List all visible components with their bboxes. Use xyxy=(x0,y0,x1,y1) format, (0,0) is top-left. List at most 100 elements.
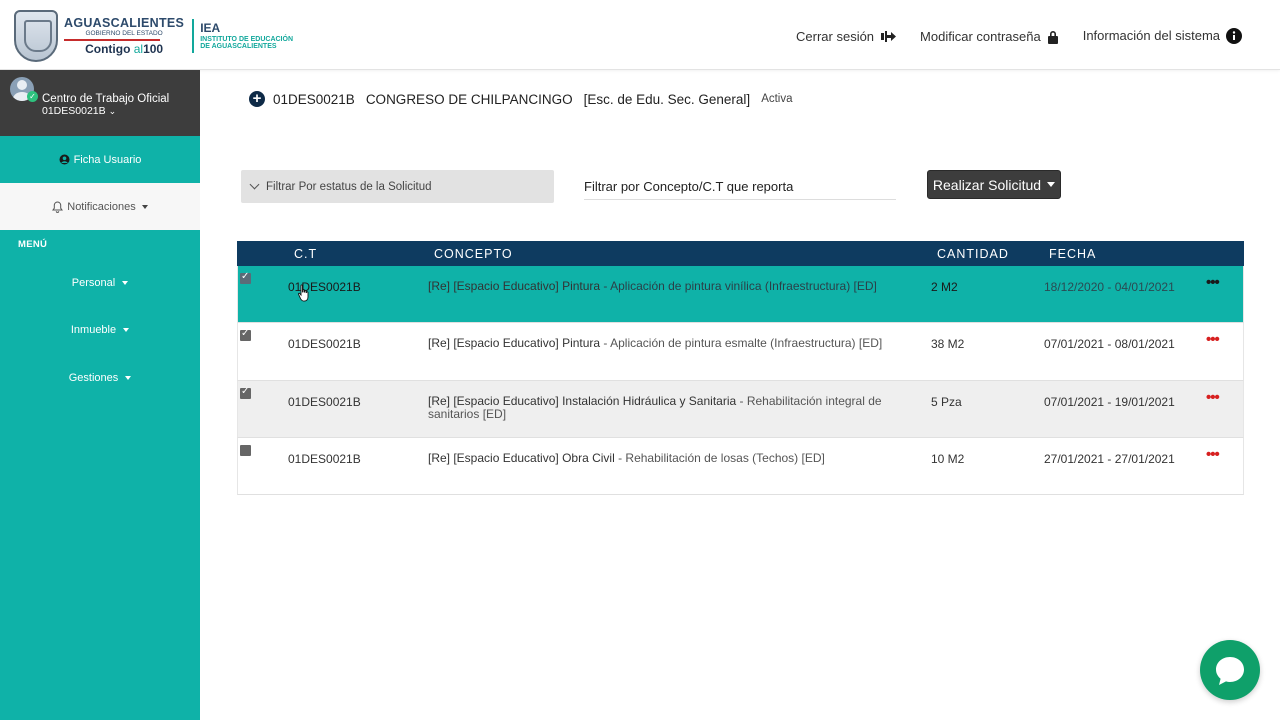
logout-icon xyxy=(881,31,897,42)
chevron-down-icon xyxy=(249,179,260,190)
info-icon xyxy=(1226,27,1242,44)
column-header-concept[interactable]: CONCEPTO xyxy=(434,247,513,261)
logo-state-name: AGUASCALIENTES xyxy=(64,16,185,30)
sidebar-item-inmueble[interactable]: Inmueble xyxy=(0,307,200,355)
requests-table: C.T CONCEPTO CANTIDAD FECHA 01DES0021B [… xyxy=(237,241,1244,496)
hand-cursor-icon xyxy=(298,284,309,302)
row-checkbox[interactable] xyxy=(240,271,251,284)
bell-icon xyxy=(52,200,64,213)
logo-slogan: Contigo al100 xyxy=(64,43,184,55)
table-row[interactable]: 01DES0021B [Re] [Espacio Educativo] Pint… xyxy=(237,266,1244,324)
chat-widget-button[interactable] xyxy=(1200,640,1260,700)
state-seal-icon xyxy=(14,10,58,62)
school-code: 01DES0021B xyxy=(273,91,355,107)
lock-icon xyxy=(1047,30,1058,44)
system-info-label: Información del sistema xyxy=(1082,28,1220,43)
plus-circle-icon[interactable]: + xyxy=(249,91,265,107)
row-ct: 01DES0021B xyxy=(288,451,361,466)
ficha-usuario-button[interactable]: Ficha Usuario xyxy=(0,136,200,183)
caret-down-icon xyxy=(141,204,148,209)
realizar-solicitud-button[interactable]: Realizar Solicitud xyxy=(927,170,1061,199)
notifications-button[interactable]: Notificaciones xyxy=(0,183,200,230)
iea-logo: IEA INSTITUTO DE EDUCACIÓN DE AGUASCALIE… xyxy=(200,22,293,50)
change-password-label: Modificar contraseña xyxy=(920,29,1041,44)
school-info: + 01DES0021B CONGRESO DE CHILPANCINGO [E… xyxy=(249,91,793,107)
sidebar-item-label: Gestiones xyxy=(68,371,119,384)
logo-slogan-b: 100 xyxy=(143,42,164,56)
row-options-icon[interactable]: ••• xyxy=(1206,446,1220,463)
row-options-icon[interactable]: ••• xyxy=(1206,331,1220,348)
column-header-ct[interactable]: C.T xyxy=(294,247,317,261)
row-ct: 01DES0021B xyxy=(288,337,361,352)
row-checkbox[interactable] xyxy=(240,386,251,399)
logo-slogan-a: Contigo xyxy=(85,42,134,56)
realizar-solicitud-label: Realizar Solicitud xyxy=(932,176,1042,193)
row-options-icon[interactable]: ••• xyxy=(1206,274,1220,291)
row-concept-desc: - Aplicación de pintura esmalte (Infraes… xyxy=(600,336,883,351)
iea-title: IEA xyxy=(200,21,221,35)
row-options-icon[interactable]: ••• xyxy=(1206,389,1220,406)
user-circle-icon xyxy=(59,154,70,165)
logout-link[interactable]: Cerrar sesión xyxy=(796,29,897,44)
change-password-link[interactable]: Modificar contraseña xyxy=(920,29,1059,44)
user-box[interactable]: ✓ Centro de Trabajo Oficial 01DES0021B ⌄ xyxy=(0,70,200,136)
row-checkbox[interactable] xyxy=(240,444,251,456)
row-concept-title: [Re] [Espacio Educativo] Pintura xyxy=(428,336,601,351)
logo-slogan-al: al xyxy=(133,42,144,56)
row-concept-title: [Re] [Espacio Educativo] Obra Civil xyxy=(428,450,615,465)
sidebar-item-label: Personal xyxy=(71,276,116,289)
chat-bubble-icon xyxy=(1216,657,1244,685)
chevron-down-icon: ⌄ xyxy=(108,106,117,116)
user-code-label: 01DES0021B xyxy=(42,105,106,117)
school-type: [Esc. de Edu. Sec. General] xyxy=(583,91,751,107)
row-concept: [Re] [Espacio Educativo] Pintura - Aplic… xyxy=(428,280,933,293)
iea-subtitle-2: DE AGUASCALIENTES xyxy=(200,43,277,50)
row-date: 07/01/2021 - 08/01/2021 xyxy=(1044,337,1175,352)
row-concept: [Re] [Espacio Educativo] Obra Civil - Re… xyxy=(428,450,933,465)
system-info-link[interactable]: Información del sistema xyxy=(1083,27,1242,44)
row-checkbox[interactable] xyxy=(240,328,251,342)
sidebar-item-label: Inmueble xyxy=(70,324,117,337)
status-filter-dropdown[interactable]: Filtrar Por estatus de la Solicitud xyxy=(241,170,554,203)
column-header-qty[interactable]: CANTIDAD xyxy=(937,247,1009,261)
row-qty: 5 Pza xyxy=(931,394,962,409)
government-logo[interactable]: AGUASCALIENTES GOBIERNO DEL ESTADO Conti… xyxy=(14,9,293,63)
sidebar: ✓ Centro de Trabajo Oficial 01DES0021B ⌄… xyxy=(0,70,200,720)
row-concept: [Re] [Espacio Educativo] Pintura - Aplic… xyxy=(428,337,933,350)
logo-separator xyxy=(192,19,195,53)
logo-text: AGUASCALIENTES GOBIERNO DEL ESTADO Conti… xyxy=(64,17,184,55)
table-header: C.T CONCEPTO CANTIDAD FECHA xyxy=(237,241,1244,266)
top-header: AGUASCALIENTES GOBIERNO DEL ESTADO Conti… xyxy=(0,0,1280,70)
school-name: CONGRESO DE CHILPANCINGO xyxy=(365,91,573,107)
row-concept-title: [Re] [Espacio Educativo] Instalación Hid… xyxy=(428,393,737,408)
row-date: 27/01/2021 - 27/01/2021 xyxy=(1044,451,1175,466)
row-date: 07/01/2021 - 19/01/2021 xyxy=(1044,394,1175,409)
row-qty: 2 M2 xyxy=(931,280,958,294)
user-title: Centro de Trabajo Oficial xyxy=(42,93,170,105)
table-row[interactable]: 01DES0021B [Re] [Espacio Educativo] Obra… xyxy=(237,437,1244,496)
user-code[interactable]: 01DES0021B ⌄ xyxy=(42,105,116,117)
sidebar-item-gestiones[interactable]: Gestiones xyxy=(0,354,200,402)
row-date: 18/12/2020 - 04/01/2021 xyxy=(1044,280,1175,294)
verified-check-icon: ✓ xyxy=(27,91,38,102)
caret-down-icon xyxy=(125,375,132,380)
ficha-usuario-label: Ficha Usuario xyxy=(73,153,142,166)
status-filter-label: Filtrar Por estatus de la Solicitud xyxy=(266,180,432,193)
caret-down-icon xyxy=(1047,182,1056,187)
row-concept-desc: - Rehabilitación de losas (Techos) [ED] xyxy=(614,450,825,465)
row-ct: 01DES0021B xyxy=(288,394,361,409)
logo-divider xyxy=(64,39,160,41)
row-concept-title: [Re] [Espacio Educativo] Pintura xyxy=(428,279,601,293)
table-row[interactable]: 01DES0021B [Re] [Espacio Educativo] Pint… xyxy=(237,323,1244,381)
logout-label: Cerrar sesión xyxy=(796,29,875,44)
table-row[interactable]: 01DES0021B [Re] [Espacio Educativo] Inst… xyxy=(237,380,1244,438)
concept-filter-input[interactable] xyxy=(584,174,896,200)
row-qty: 10 M2 xyxy=(931,451,965,466)
row-concept-desc: - Aplicación de pintura vinílica (Infrae… xyxy=(600,279,877,293)
column-header-date[interactable]: FECHA xyxy=(1049,247,1096,261)
menu-heading: MENÚ xyxy=(18,239,48,250)
row-qty: 38 M2 xyxy=(931,337,965,352)
caret-down-icon xyxy=(122,280,129,285)
sidebar-item-personal[interactable]: Personal xyxy=(0,259,200,307)
logo-government: GOBIERNO DEL ESTADO xyxy=(85,29,163,37)
